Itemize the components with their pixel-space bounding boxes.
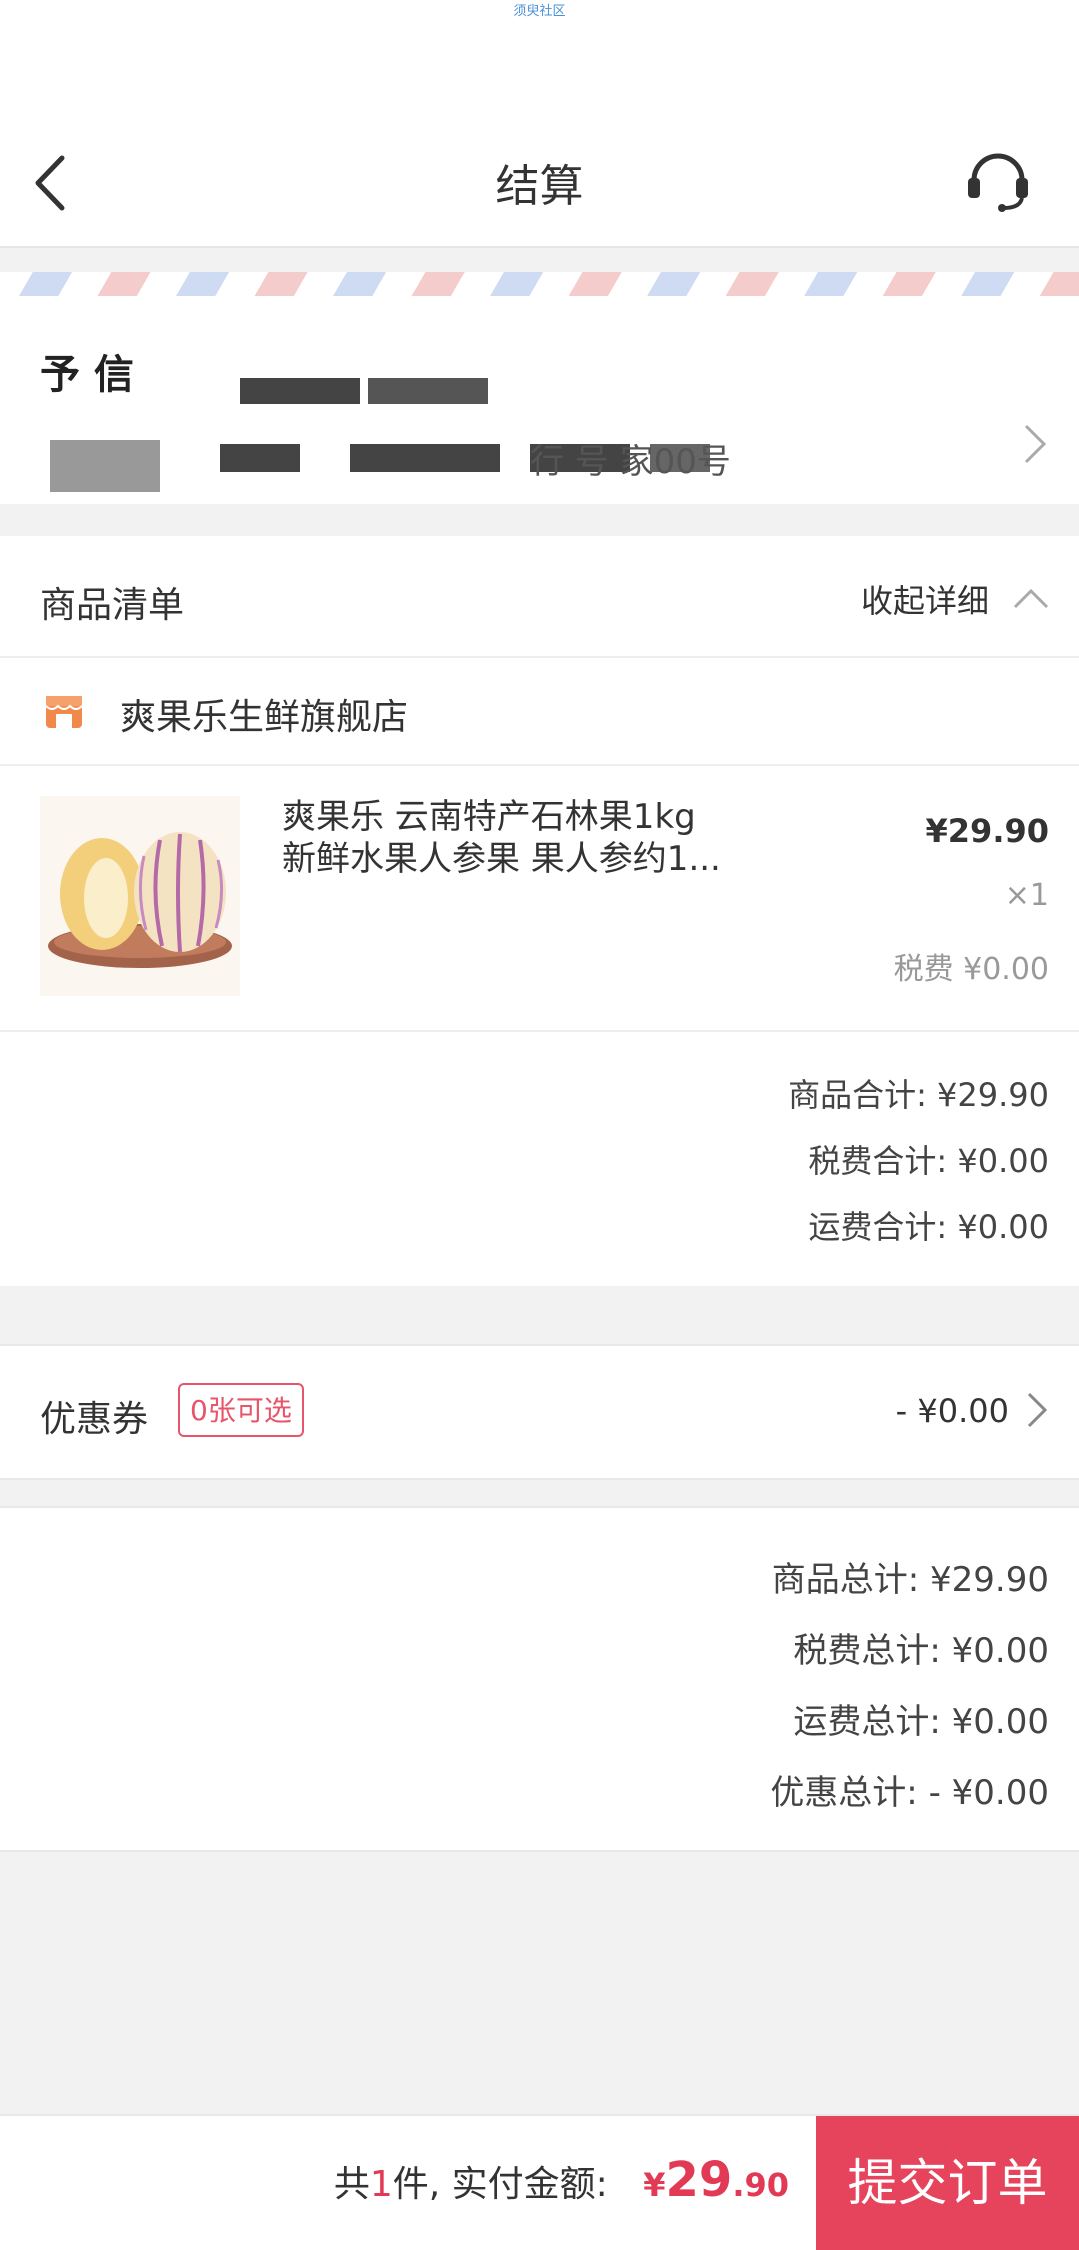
address-card[interactable]: 予 信 行 号 家00号 — [0, 272, 1079, 504]
status-bar-text: 须臾社区 — [513, 4, 566, 19]
goods-total: 商品总计: ¥29.90 — [771, 1560, 1049, 1600]
divider — [0, 656, 1079, 658]
product-title[interactable]: 爽果乐 云南特产石林果1kg 新鲜水果人参果 果人参约1... — [282, 796, 721, 880]
product-title-line1: 爽果乐 云南特产石林果1kg — [282, 797, 696, 837]
customer-service-button[interactable] — [962, 142, 1034, 214]
submit-order-button[interactable]: 提交订单 — [816, 2116, 1079, 2250]
totals-card: 商品总计: ¥29.90 税费总计: ¥0.00 运费总计: ¥0.00 优惠总… — [0, 1506, 1079, 1852]
collapse-detail-label: 收起详细 — [860, 582, 989, 620]
recipient-name: 予 信 — [40, 352, 134, 398]
amount-integer: 29 — [665, 2152, 733, 2208]
goods-list-title: 商品清单 — [40, 585, 185, 626]
tax-total: 税费总计: ¥0.00 — [793, 1631, 1049, 1671]
item-count: 1 — [369, 2164, 393, 2205]
chevron-right-icon — [1024, 424, 1047, 464]
divider — [0, 1030, 1079, 1032]
headset-icon — [968, 153, 1028, 212]
product-title-line2: 新鲜水果人参果 果人参约1... — [282, 839, 721, 879]
payment-summary: 共1件, 实付金额: ¥29.90 — [334, 2152, 789, 2208]
shipping-subtotal: 运费合计: ¥0.00 — [808, 1208, 1049, 1246]
product-quantity: ×1 — [1004, 878, 1049, 913]
coupon-count-badge: 0张可选 — [178, 1383, 304, 1437]
airmail-border — [0, 272, 1079, 296]
count-prefix: 共 — [333, 2164, 370, 2205]
chevron-right-icon — [1027, 1392, 1048, 1428]
currency-symbol: ¥ — [643, 2166, 666, 2204]
coupon-value: - ¥0.00 — [895, 1392, 1009, 1430]
collapse-detail-toggle[interactable]: 收起详细 — [861, 576, 1049, 622]
count-suffix: 件, 实付金额: — [392, 2164, 608, 2205]
shipping-total: 运费总计: ¥0.00 — [793, 1702, 1049, 1742]
product-price: ¥29.90 — [925, 812, 1049, 850]
discount-total: 优惠总计: - ¥0.00 — [770, 1773, 1049, 1813]
address-text: 行 号 家00号 — [530, 442, 731, 482]
goods-subtotal: 商品合计: ¥29.90 — [788, 1076, 1049, 1114]
coupon-row[interactable]: 优惠券 0张可选 - ¥0.00 — [0, 1344, 1079, 1480]
address-chevron — [1020, 422, 1050, 470]
page-title: 结算 — [495, 161, 584, 212]
coupon-label: 优惠券 — [40, 1399, 149, 1440]
goods-list-card: 商品清单 收起详细 爽果乐生鲜旗舰店 爽果乐 云南特产石林果1kg 新鲜水果人参… — [0, 536, 1079, 1286]
redacted-phone — [240, 378, 488, 404]
divider — [0, 764, 1079, 766]
store-name[interactable]: 爽果乐生鲜旗舰店 — [120, 688, 408, 740]
chevron-up-icon — [1013, 588, 1049, 609]
product-tax: 税费 ¥0.00 — [893, 952, 1049, 987]
checkout-bar: 共1件, 实付金额: ¥29.90 提交订单 — [0, 2114, 1079, 2250]
coupon-chevron — [1025, 1390, 1049, 1434]
store-icon — [44, 690, 84, 734]
tax-subtotal: 税费合计: ¥0.00 — [808, 1142, 1049, 1180]
top-bar: 须臾社区 结算 — [0, 0, 1079, 248]
product-image[interactable] — [40, 796, 240, 996]
amount-decimal: .90 — [732, 2166, 789, 2204]
